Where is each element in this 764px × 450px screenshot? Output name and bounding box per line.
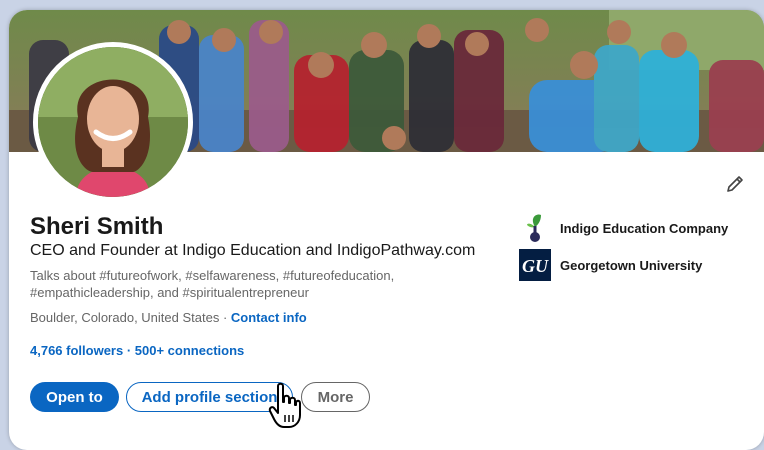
organization-indigo[interactable]: Indigo Education Company (519, 212, 728, 244)
hand-pointer-icon (268, 382, 302, 430)
indigo-sprout-logo (519, 212, 551, 244)
location-separator: · (219, 310, 231, 325)
georgetown-gu-logo: GU (519, 249, 551, 281)
location-row: Boulder, Colorado, United States · Conta… (30, 310, 307, 325)
profile-avatar[interactable] (33, 42, 193, 202)
profile-location: Boulder, Colorado, United States (30, 310, 220, 325)
georgetown-logo-text: GU (522, 256, 549, 276)
followers-link[interactable]: 4,766 followers (30, 343, 123, 358)
organization-name: Indigo Education Company (560, 220, 729, 236)
more-button[interactable]: More (301, 382, 370, 412)
avatar-photo (38, 47, 188, 197)
edit-intro-button[interactable] (721, 170, 749, 198)
pencil-icon (727, 176, 743, 192)
organization-name: Georgetown University (560, 257, 703, 273)
talks-about: Talks about #futureofwork, #selfawarenes… (30, 268, 395, 300)
profile-card: Sheri Smith CEO and Founder at Indigo Ed… (9, 10, 764, 450)
profile-name: Sheri Smith (30, 213, 164, 240)
organization-georgetown[interactable]: GU Georgetown University (519, 249, 702, 281)
network-separator: · (123, 343, 135, 358)
connections-link[interactable]: 500+ connections (135, 343, 244, 358)
profile-headline: CEO and Founder at Indigo Education and … (30, 242, 476, 259)
network-row: 4,766 followers · 500+ connections (30, 343, 244, 358)
contact-info-link[interactable]: Contact info (231, 310, 307, 325)
open-to-button[interactable]: Open to (30, 382, 119, 412)
